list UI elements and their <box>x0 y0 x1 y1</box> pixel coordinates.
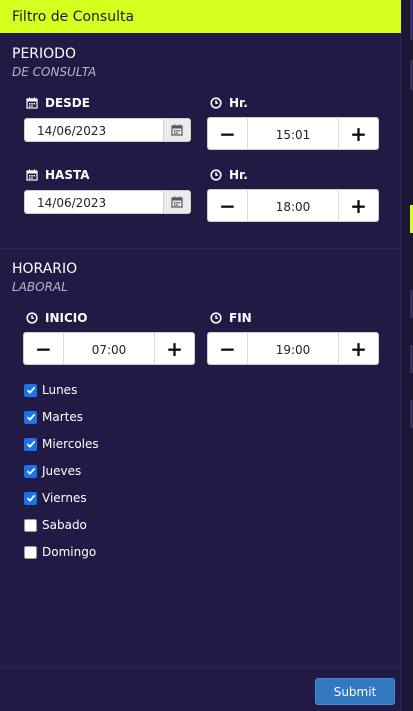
desde-time-value[interactable]: 15:01 <box>248 118 338 149</box>
inicio-time-value[interactable]: 07:00 <box>64 333 154 364</box>
fin-time-value[interactable]: 19:00 <box>248 333 338 364</box>
side-strip <box>402 0 413 711</box>
day-label: Sabado <box>42 518 87 532</box>
clock-icon <box>26 312 38 324</box>
panel-title: Filtro de Consulta <box>0 0 401 33</box>
desde-time-stepper[interactable]: − 15:01 + <box>207 117 379 150</box>
horario-title: HORARIO <box>12 261 78 277</box>
desde-hr-label: Hr. <box>210 96 248 110</box>
day-label: Domingo <box>42 545 97 559</box>
check-icon <box>26 467 35 475</box>
calendar-icon <box>26 169 38 181</box>
desde-hr-text: Hr. <box>229 96 248 110</box>
section-divider <box>0 248 401 249</box>
periodo-subtitle: DE CONSULTA <box>12 65 97 79</box>
day-checkbox-lunes[interactable]: Lunes <box>24 383 77 397</box>
clock-icon <box>210 97 222 109</box>
submit-button[interactable]: Submit <box>315 678 395 705</box>
increment-button[interactable]: + <box>338 190 378 221</box>
day-label: Martes <box>42 410 83 424</box>
hasta-time-stepper[interactable]: − 18:00 + <box>207 189 379 222</box>
day-label: Miercoles <box>42 437 99 451</box>
day-checkbox-domingo[interactable]: Domingo <box>24 545 96 559</box>
checkbox-checked[interactable] <box>24 464 37 478</box>
day-checkbox-jueves[interactable]: Jueves <box>24 464 81 478</box>
day-checkbox-martes[interactable]: Martes <box>24 410 83 424</box>
desde-calendar-button[interactable] <box>163 119 190 141</box>
hasta-hr-text: Hr. <box>229 168 248 182</box>
calendar-icon <box>171 196 183 208</box>
hasta-calendar-button[interactable] <box>163 191 190 213</box>
inicio-time-stepper[interactable]: − 07:00 + <box>23 332 195 365</box>
calendar-icon <box>26 97 38 109</box>
check-icon <box>26 440 35 448</box>
fin-label: FIN <box>210 311 252 325</box>
inicio-label-text: INICIO <box>45 311 88 325</box>
clock-icon <box>210 169 222 181</box>
decrement-button[interactable]: − <box>24 333 64 364</box>
desde-date-value[interactable]: 14/06/2023 <box>25 119 163 141</box>
check-icon <box>26 386 35 394</box>
checkbox-checked[interactable] <box>24 410 37 424</box>
fin-label-text: FIN <box>229 311 252 325</box>
day-checkbox-miercoles[interactable]: Miercoles <box>24 437 99 451</box>
inicio-label: INICIO <box>26 311 87 325</box>
day-label: Jueves <box>42 464 82 478</box>
hasta-hr-label: Hr. <box>210 168 248 182</box>
fin-time-stepper[interactable]: − 19:00 + <box>207 332 379 365</box>
decrement-button[interactable]: − <box>208 333 248 364</box>
filter-panel: Filtro de Consulta PERIODO DE CONSULTA D… <box>0 0 401 711</box>
day-checkbox-sabado[interactable]: Sabado <box>24 518 87 532</box>
footer-divider <box>0 667 401 668</box>
increment-button[interactable]: + <box>338 333 378 364</box>
hasta-date-value[interactable]: 14/06/2023 <box>25 191 163 213</box>
clock-icon <box>210 312 222 324</box>
desde-label: DESDE <box>26 96 90 110</box>
day-label: Viernes <box>42 491 87 505</box>
day-checkbox-viernes[interactable]: Viernes <box>24 491 87 505</box>
calendar-icon <box>171 124 183 136</box>
hasta-label: HASTA <box>26 168 90 182</box>
check-icon <box>26 494 35 502</box>
hasta-date-input[interactable]: 14/06/2023 <box>24 190 191 214</box>
increment-button[interactable]: + <box>154 333 194 364</box>
periodo-title: PERIODO <box>12 46 76 62</box>
checkbox-checked[interactable] <box>24 437 37 451</box>
horario-subtitle: LABORAL <box>12 280 68 294</box>
decrement-button[interactable]: − <box>208 118 248 149</box>
checkbox-unchecked[interactable] <box>24 545 37 559</box>
check-icon <box>26 413 35 421</box>
day-label: Lunes <box>42 383 78 397</box>
increment-button[interactable]: + <box>338 118 378 149</box>
decrement-button[interactable]: − <box>208 190 248 221</box>
desde-date-input[interactable]: 14/06/2023 <box>24 118 191 142</box>
checkbox-checked[interactable] <box>24 383 37 397</box>
checkbox-checked[interactable] <box>24 491 37 505</box>
hasta-time-value[interactable]: 18:00 <box>248 190 338 221</box>
checkbox-unchecked[interactable] <box>24 518 37 532</box>
hasta-label-text: HASTA <box>45 168 90 182</box>
desde-label-text: DESDE <box>45 96 90 110</box>
